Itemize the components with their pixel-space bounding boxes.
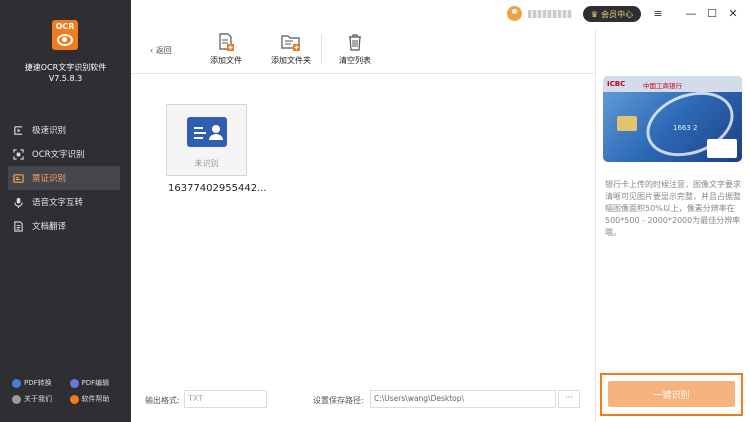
add-file-label: 添加文件 [210, 56, 242, 65]
nav-label: OCR文字识别 [32, 150, 85, 160]
nav-item-ocr[interactable]: OCR文字识别 [8, 142, 120, 166]
sidebar: OCR 捷速OCR文字识别软件 V7.5.8.3 极速识别 OCR文字识别 票证… [0, 0, 131, 422]
nav-label: 极速识别 [32, 126, 67, 136]
lightning-icon [12, 124, 24, 136]
card-icon [12, 172, 24, 184]
nav-item-ticket-recognition[interactable]: 票证识别 [8, 166, 120, 190]
user-avatar[interactable] [507, 6, 522, 21]
main-nav: 极速识别 OCR文字识别 票证识别 语音文字互转 文档翻译 [8, 118, 120, 238]
one-click-ocr-button[interactable]: 一键识别 [608, 381, 735, 407]
output-format-field[interactable]: TXT [184, 390, 267, 408]
card-number: 1663 2 [673, 124, 698, 132]
pdf-convert-link[interactable]: PDF转换 [12, 378, 70, 388]
link-label: PDF编辑 [81, 379, 110, 387]
right-panel: ICBC 中国工商银行 1663 2 银行卡上传的时候注意，图像文字要求清晰可见… [595, 28, 750, 422]
save-path-field[interactable]: C:\Users\wang\Desktop\ [370, 390, 556, 408]
menu-icon[interactable]: ≡ [651, 6, 665, 20]
add-folder-icon [281, 35, 300, 51]
add-file-icon [219, 33, 234, 51]
nav-label: 票证识别 [32, 174, 67, 184]
pdf-convert-icon [12, 378, 21, 388]
logo-text: OCR [55, 22, 75, 31]
app-name: 捷速OCR文字识别软件 [24, 63, 107, 72]
chip-icon [617, 116, 637, 131]
app-title: 捷速OCR文字识别软件 V7.5.8.3 [0, 62, 131, 84]
file-name: 16377402955442... [168, 183, 267, 194]
document-icon [12, 220, 24, 232]
about-link[interactable]: 关于我们 [12, 394, 70, 404]
file-card[interactable]: 未识别 [166, 104, 247, 176]
microphone-icon [12, 196, 24, 208]
link-label: 软件帮助 [81, 395, 110, 403]
clear-list-button[interactable]: 清空列表 [339, 32, 371, 66]
add-file-button[interactable]: 添加文件 [210, 32, 242, 66]
app-logo: OCR [52, 20, 78, 50]
info-icon [12, 394, 21, 404]
save-path-label: 设置保存路径: [313, 396, 364, 405]
card-bank-code: ICBC [607, 80, 626, 88]
browse-path-button[interactable]: ··· [558, 390, 580, 408]
add-folder-button[interactable]: 添加文件夹 [271, 32, 311, 66]
output-format-label: 输出格式: [145, 396, 180, 405]
file-status: 未识别 [194, 159, 219, 168]
scan-icon [12, 148, 24, 160]
title-bar: ♛ 会员中心 ≡ — ☐ ✕ [131, 0, 750, 28]
help-icon [69, 394, 79, 404]
clear-list-label: 清空列表 [339, 56, 371, 65]
help-link[interactable]: 软件帮助 [69, 394, 128, 404]
app-version: V7.5.8.3 [48, 74, 83, 83]
upload-hint: 银行卡上传的时候注意，图像文字要求清晰可见图片要显示完整，并且占据整幅图像面积5… [605, 180, 741, 237]
toolbar-divider [321, 34, 322, 64]
unionpay-icon [707, 139, 737, 158]
pdf-edit-link[interactable]: PDF编辑 [69, 378, 128, 388]
toolbar: ‹ 返回 添加文件 添加文件夹 清空列表 [131, 28, 595, 74]
bank-card-sample: ICBC 中国工商银行 1663 2 [603, 76, 742, 162]
trash-icon [349, 34, 361, 51]
nav-label: 语音文字互转 [32, 198, 84, 208]
nav-item-speech-text[interactable]: 语音文字互转 [8, 190, 120, 214]
id-card-icon [187, 117, 227, 147]
card-bank-name: 中国工商银行 [643, 82, 682, 90]
link-label: 关于我们 [24, 395, 52, 403]
nav-item-doc-translate[interactable]: 文档翻译 [8, 214, 120, 238]
vip-label: 会员中心 [601, 9, 634, 19]
close-icon[interactable]: ✕ [726, 6, 740, 20]
username-blurred [528, 10, 572, 18]
nav-label: 文档翻译 [32, 222, 67, 232]
nav-item-fast-recognition[interactable]: 极速识别 [8, 118, 120, 142]
vip-center-button[interactable]: ♛ 会员中心 [583, 6, 641, 22]
eye-icon [57, 34, 73, 46]
crown-icon: ♛ [590, 9, 599, 19]
ocr-button-highlight: 一键识别 [600, 373, 743, 416]
link-label: PDF转换 [24, 379, 52, 387]
pdf-edit-icon [69, 378, 79, 388]
minimize-icon[interactable]: — [684, 6, 698, 20]
back-button[interactable]: ‹ 返回 [150, 45, 172, 56]
bottom-links: PDF转换 PDF编辑 关于我们 软件帮助 [12, 378, 127, 404]
add-folder-label: 添加文件夹 [271, 56, 311, 65]
back-label: 返回 [155, 46, 172, 55]
maximize-icon[interactable]: ☐ [705, 6, 719, 20]
